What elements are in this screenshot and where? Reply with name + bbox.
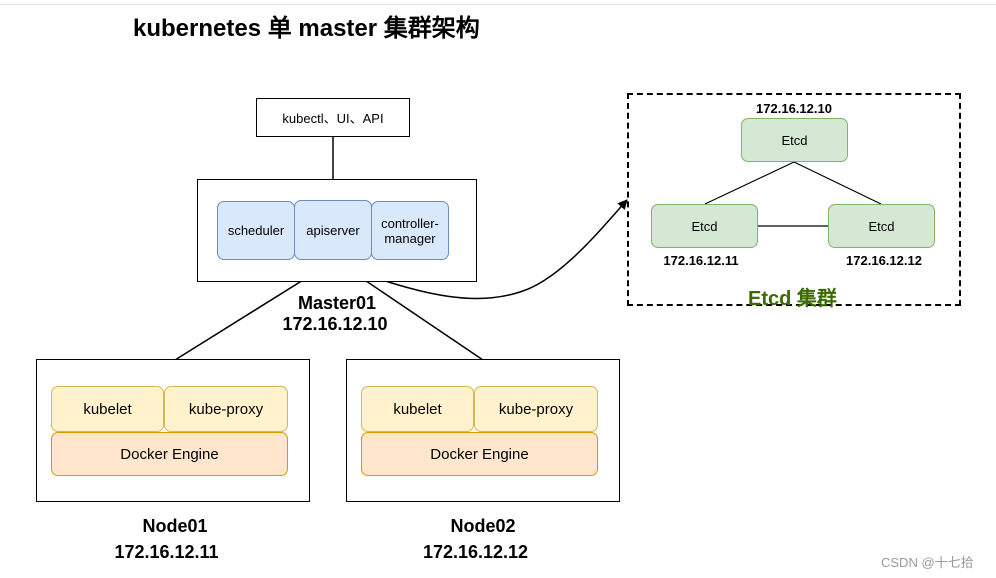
node01-docker-engine: Docker Engine — [51, 432, 288, 476]
node02-kubelet-label: kubelet — [393, 400, 442, 418]
scheduler-component: scheduler — [217, 201, 295, 260]
node01-kubelet-label: kubelet — [83, 400, 132, 418]
etcd-node-top: Etcd — [741, 118, 848, 162]
controller-manager-component: controller- manager — [371, 201, 449, 260]
master-ip: 172.16.12.10 — [282, 314, 388, 334]
watermark: CSDN @十七拾 — [881, 555, 974, 570]
node01-ip: 172.16.12.11 — [114, 542, 219, 562]
client-box: kubectl、UI、API — [256, 98, 410, 137]
node01-kube-proxy: kube-proxy — [164, 386, 288, 432]
etcd-ip-top: 172.16.12.10 — [756, 101, 832, 116]
node01-name: Node01 — [142, 516, 208, 536]
controller-manager-label: controller- manager — [381, 215, 439, 246]
node02-docker-engine-label: Docker Engine — [430, 445, 529, 463]
etcd-node-right-label: Etcd — [868, 218, 895, 234]
etcd-node-left-label: Etcd — [691, 218, 718, 234]
node02-name: Node02 — [450, 516, 516, 536]
etcd-node-top-label: Etcd — [781, 132, 808, 148]
etcd-cluster-title: Etcd 集群 — [748, 288, 837, 310]
scheduler-label: scheduler — [227, 223, 285, 238]
node02-docker-engine: Docker Engine — [361, 432, 598, 476]
node01-docker-engine-label: Docker Engine — [120, 445, 219, 463]
node02-kube-proxy: kube-proxy — [474, 386, 598, 432]
apiserver-component: apiserver — [294, 200, 372, 260]
etcd-ip-left: 172.16.12.11 — [663, 253, 739, 268]
etcd-node-right: Etcd — [828, 204, 935, 248]
node02-kube-proxy-label: kube-proxy — [498, 400, 574, 418]
apiserver-label: apiserver — [306, 222, 360, 238]
node02-ip: 172.16.12.12 — [422, 542, 529, 562]
node02-kubelet: kubelet — [361, 386, 474, 432]
etcd-node-left: Etcd — [651, 204, 758, 248]
client-label: kubectl、UI、API — [282, 111, 384, 126]
node01-kube-proxy-label: kube-proxy — [188, 400, 264, 418]
master-name: Master01 — [297, 293, 377, 313]
etcd-ip-right: 172.16.12.12 — [846, 253, 922, 268]
node01-kubelet: kubelet — [51, 386, 164, 432]
